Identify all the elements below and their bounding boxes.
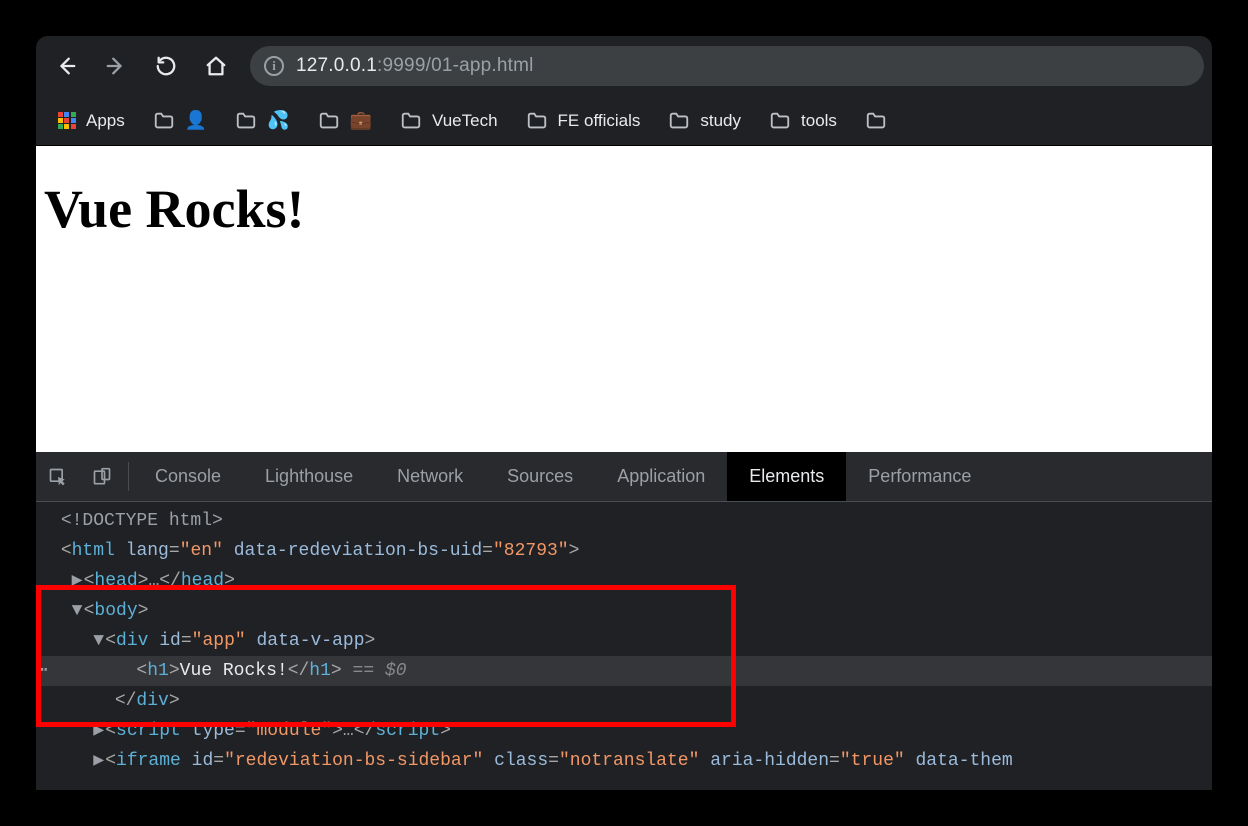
folder-icon [153, 110, 175, 132]
folder-icon [400, 110, 422, 132]
apps-grid-icon [58, 112, 76, 130]
devtools-tabs: Console Lighthouse Network Sources Appli… [36, 452, 1212, 502]
folder-icon [318, 110, 340, 132]
devtools-panel: Console Lighthouse Network Sources Appli… [36, 452, 1212, 790]
tree-body[interactable]: ▼<body> [36, 596, 1212, 626]
page-heading: Vue Rocks! [44, 178, 1204, 240]
bookmark-emoji: 👤 [185, 110, 207, 131]
bookmark-emoji: 💼 [350, 110, 372, 131]
tree-html-open[interactable]: <html lang="en" data-redeviation-bs-uid=… [36, 536, 1212, 566]
tree-div-close[interactable]: </div> [36, 686, 1212, 716]
url-host: 127.0.0.1 [296, 55, 377, 76]
omnibox[interactable]: i 127.0.0.1:9999/01-app.html [250, 46, 1204, 86]
home-button[interactable] [194, 44, 238, 88]
folder-icon [865, 110, 887, 132]
bookmark-label: FE officials [558, 111, 641, 131]
folder-icon [235, 110, 257, 132]
apps-label: Apps [86, 111, 125, 131]
bookmark-folder-1[interactable]: 👤 [141, 104, 219, 138]
bookmark-folder-vuetech[interactable]: VueTech [388, 104, 510, 138]
tab-performance[interactable]: Performance [846, 452, 993, 501]
bookmark-label: VueTech [432, 111, 498, 131]
bookmarks-bar: Apps 👤 💦 💼 VueTech FE officials study [36, 96, 1212, 146]
reload-button[interactable] [144, 44, 188, 88]
tree-iframe[interactable]: ▶<iframe id="redeviation-bs-sidebar" cla… [36, 746, 1212, 776]
forward-button[interactable] [94, 44, 138, 88]
url-path: :9999/01-app.html [377, 55, 534, 76]
bookmark-folder-2[interactable]: 💦 [223, 104, 301, 138]
tree-script[interactable]: ▶<script type="module">…</script> [36, 716, 1212, 746]
inspect-element-button[interactable] [36, 452, 80, 501]
elements-tree[interactable]: <!DOCTYPE html> <html lang="en" data-red… [36, 502, 1212, 790]
tab-console[interactable]: Console [133, 452, 243, 501]
site-info-icon[interactable]: i [264, 56, 284, 76]
tab-elements[interactable]: Elements [727, 452, 846, 501]
back-button[interactable] [44, 44, 88, 88]
tree-h1-selected[interactable]: ⋯ <h1>Vue Rocks!</h1> == $0 [36, 656, 1212, 686]
tab-lighthouse[interactable]: Lighthouse [243, 452, 375, 501]
bookmark-folder-overflow[interactable] [853, 104, 899, 138]
bookmark-label: study [700, 111, 741, 131]
browser-window: i 127.0.0.1:9999/01-app.html Apps 👤 💦 💼 … [36, 36, 1212, 790]
device-toolbar-button[interactable] [80, 452, 124, 501]
bookmark-folder-3[interactable]: 💼 [306, 104, 384, 138]
bookmark-folder-study[interactable]: study [656, 104, 753, 138]
url-text: 127.0.0.1:9999/01-app.html [296, 55, 534, 77]
bookmark-folder-fe-officials[interactable]: FE officials [514, 104, 653, 138]
tab-application[interactable]: Application [595, 452, 727, 501]
apps-button[interactable]: Apps [46, 105, 137, 137]
tree-doctype[interactable]: <!DOCTYPE html> [36, 506, 1212, 536]
folder-icon [526, 110, 548, 132]
tab-sources[interactable]: Sources [485, 452, 595, 501]
bookmark-emoji: 💦 [267, 110, 289, 131]
tab-network[interactable]: Network [375, 452, 485, 501]
folder-icon [668, 110, 690, 132]
page-content: Vue Rocks! [36, 146, 1212, 452]
folder-icon [769, 110, 791, 132]
address-toolbar: i 127.0.0.1:9999/01-app.html [36, 36, 1212, 96]
bookmark-folder-tools[interactable]: tools [757, 104, 849, 138]
bookmark-label: tools [801, 111, 837, 131]
tree-div-app[interactable]: ▼<div id="app" data-v-app> [36, 626, 1212, 656]
tree-head[interactable]: ▶<head>…</head> [36, 566, 1212, 596]
divider [128, 462, 129, 491]
